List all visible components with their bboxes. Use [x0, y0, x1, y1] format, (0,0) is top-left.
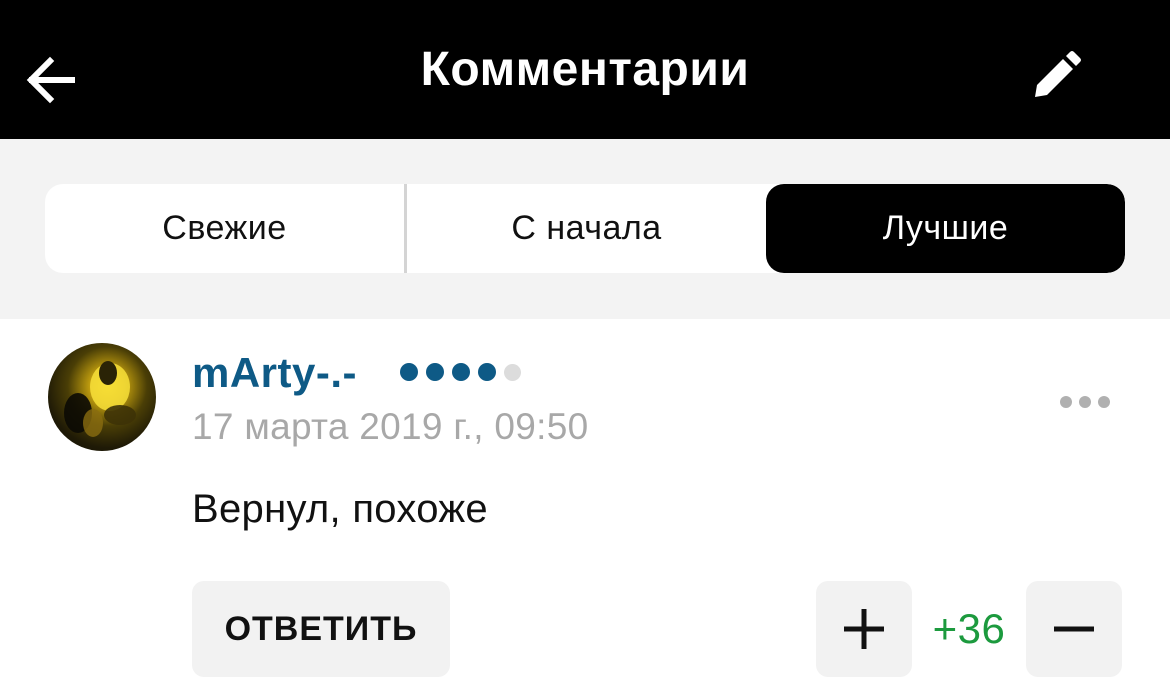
sort-segmented-control: Свежие С начала Лучшие: [45, 184, 1125, 273]
tab-fresh[interactable]: Свежие: [45, 184, 404, 273]
pencil-icon: [1035, 51, 1081, 97]
sort-tabs-area: Свежие С начала Лучшие: [0, 139, 1170, 319]
minus-icon: [1054, 626, 1094, 632]
more-horizontal-icon[interactable]: [1050, 387, 1120, 417]
back-button[interactable]: [20, 48, 80, 112]
rating-dot-empty: [504, 364, 521, 381]
tab-best[interactable]: Лучшие: [766, 184, 1125, 273]
upvote-button[interactable]: [816, 581, 912, 677]
plus-icon: [844, 609, 884, 649]
tab-from-start[interactable]: С начала: [404, 184, 766, 273]
edit-button[interactable]: [1020, 40, 1092, 112]
comment-item: mArty-.- 17 марта 2019 г., 09:50 Вернул,…: [0, 319, 1170, 697]
rating-dot-filled: [478, 363, 496, 381]
comment-author[interactable]: mArty-.-: [192, 349, 357, 397]
rating-dot-filled: [400, 363, 418, 381]
page-title: Комментарии: [420, 43, 750, 96]
rating-dot-filled: [452, 363, 470, 381]
author-rating-dots: [400, 363, 521, 381]
avatar-image: [64, 361, 136, 437]
rating-dot-filled: [426, 363, 444, 381]
comment-date: 17 марта 2019 г., 09:50: [192, 406, 589, 447]
avatar[interactable]: [48, 343, 156, 451]
downvote-button[interactable]: [1026, 581, 1122, 677]
comment-text: Вернул, похоже: [192, 487, 488, 531]
top-bar: Комментарии: [0, 0, 1170, 139]
comment-score: +36: [932, 605, 1006, 652]
arrow-left-icon: [26, 56, 75, 104]
reply-button[interactable]: ОТВЕТИТЬ: [192, 581, 450, 677]
